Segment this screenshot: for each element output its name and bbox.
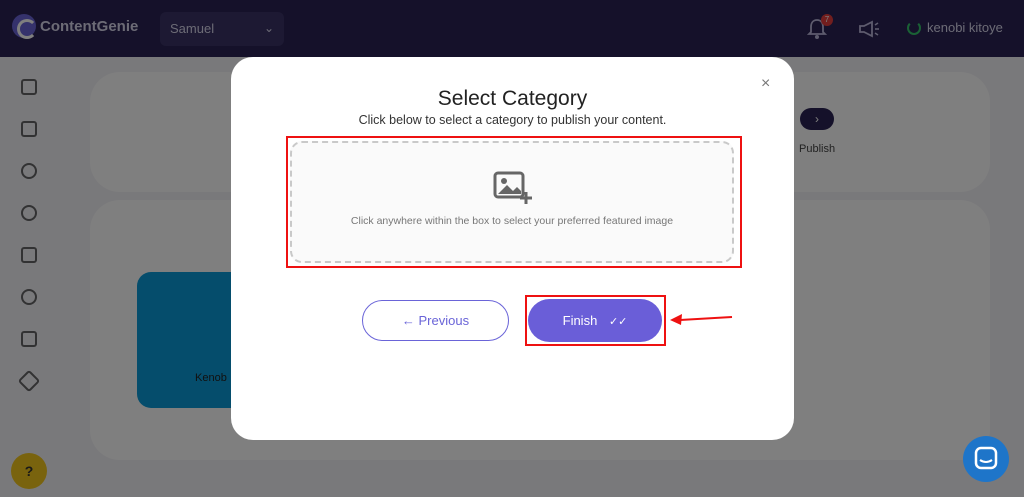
chat-support-button[interactable] [963, 436, 1009, 482]
chat-icon [974, 446, 998, 470]
previous-button[interactable]: ← Previous [362, 300, 509, 341]
highlight-dropzone [286, 136, 742, 268]
select-category-modal: × Select Category Click below to select … [231, 57, 794, 440]
pointer-arrow-icon [670, 314, 733, 325]
modal-title: Select Category [437, 87, 588, 110]
highlight-finish [525, 295, 666, 346]
modal-subtitle: Click below to select a category to publ… [358, 113, 667, 127]
